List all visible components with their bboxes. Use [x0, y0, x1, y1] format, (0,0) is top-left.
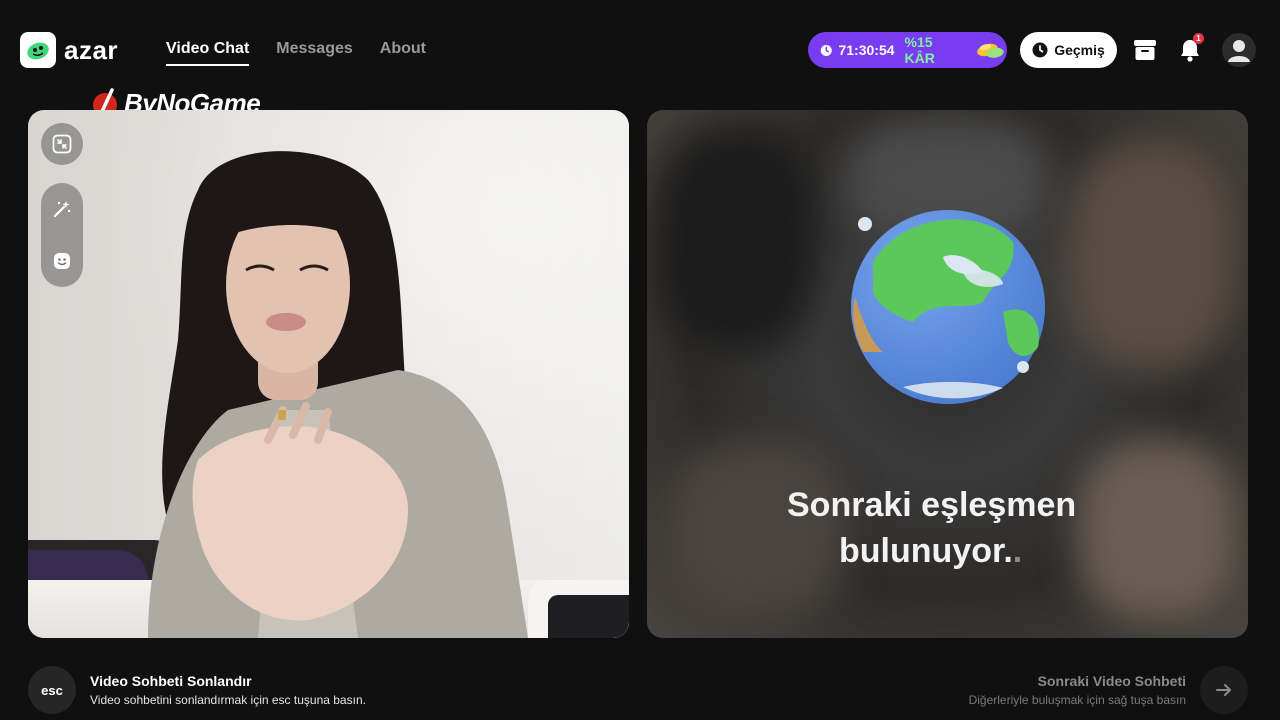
store-icon[interactable] [1131, 36, 1159, 64]
searching-line-2: bulunuyor. [839, 532, 1013, 570]
minimize-button[interactable] [41, 123, 83, 165]
promo-timer-pill[interactable]: 71:30:54 %15 KÂR [808, 32, 1007, 68]
history-button[interactable]: Geçmiş [1020, 32, 1117, 68]
nav-video-chat[interactable]: Video Chat [166, 40, 250, 66]
searching-status: Sonraki eşleşmen bulunuyor.. [787, 482, 1117, 574]
next-chat-button[interactable] [1200, 666, 1248, 714]
azar-logo[interactable]: azar [20, 32, 118, 68]
user-avatar-icon[interactable] [1222, 33, 1256, 67]
searching-line-1: Sonraki eşleşmen [787, 486, 1077, 524]
azar-logo-icon [20, 32, 56, 68]
blurred-background [1067, 140, 1237, 370]
effects-toolbar [41, 183, 83, 287]
top-bar: azar Video Chat Messages About 71:30:54 … [0, 0, 1280, 100]
magic-wand-icon [53, 201, 71, 218]
next-chat-title: Sonraki Video Sohbeti [1037, 673, 1186, 689]
globe-icon [851, 210, 1045, 404]
blurred-background [657, 130, 817, 350]
end-chat-hint: esc Video Sohbeti Sonlandır Video sohbet… [28, 666, 366, 714]
match-search-pane: Sonraki eşleşmen bulunuyor.. [647, 110, 1248, 638]
brand-name: azar [64, 34, 119, 65]
arrow-right-icon [1216, 684, 1231, 696]
main-nav: Video Chat Messages About [166, 40, 426, 66]
notification-badge: 1 [1193, 33, 1204, 44]
promo-timer: 71:30:54 [838, 42, 895, 58]
coins-icon [977, 43, 1005, 58]
magic-wand-button[interactable] [41, 188, 83, 230]
face-sticker-icon [54, 253, 70, 269]
end-chat-subtitle: Video sohbetini sonlandırmak için esc tu… [90, 693, 366, 707]
end-chat-title: Video Sohbeti Sonlandır [90, 673, 252, 689]
history-label: Geçmiş [1054, 42, 1105, 58]
next-chat-subtitle: Diğerleriyle buluşmak için sağ tuşa bası… [968, 693, 1186, 707]
nav-messages[interactable]: Messages [276, 40, 353, 66]
camera-person [148, 151, 528, 638]
clock-icon [1032, 42, 1048, 58]
nav-about[interactable]: About [380, 40, 426, 66]
next-chat-hint: Sonraki Video Sohbeti Diğerleriyle buluş… [969, 666, 1248, 714]
face-sticker-button[interactable] [41, 240, 83, 282]
clock-icon [820, 44, 832, 56]
promo-gain: %15 KÂR [904, 34, 935, 66]
loading-dot: . [1012, 532, 1023, 570]
minimize-icon [41, 123, 83, 165]
self-video-pane [28, 110, 629, 638]
esc-key-button[interactable]: esc [28, 666, 76, 714]
